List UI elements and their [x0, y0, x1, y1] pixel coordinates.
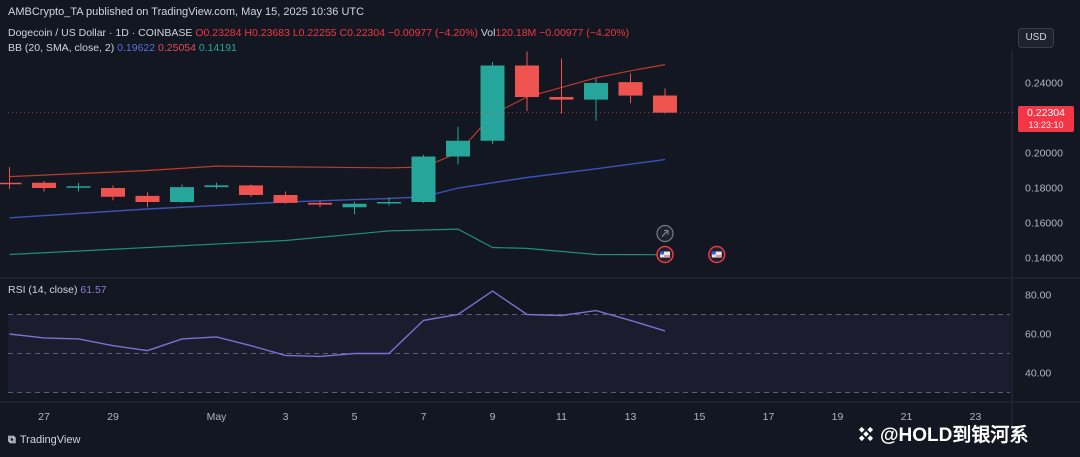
candle-down[interactable] — [0, 182, 22, 185]
chart-window: AMBCrypto_TA published on TradingView.co… — [0, 0, 1080, 457]
time-tick-label: 13 — [625, 411, 637, 423]
rsi-tick-label: 40.00 — [1025, 368, 1051, 380]
last-price-tag: 0.22304 13:23:10 — [1018, 106, 1074, 132]
rsi-band-fill — [8, 314, 1010, 393]
brand-name: TradingView — [19, 434, 81, 446]
rsi-tick-label: 60.00 — [1025, 329, 1051, 341]
candle-up[interactable] — [584, 83, 608, 100]
candle-down[interactable] — [135, 195, 160, 202]
candle-down[interactable] — [273, 195, 298, 203]
last-price: 0.22304 — [1027, 107, 1065, 119]
candle-up[interactable] — [170, 187, 194, 202]
candle-down[interactable] — [101, 188, 125, 197]
candle-down[interactable] — [308, 202, 332, 205]
candle-up[interactable] — [204, 185, 229, 188]
price-tick-label: 0.24000 — [1025, 78, 1063, 90]
time-tick-label: 3 — [283, 411, 289, 423]
time-tick-label: 5 — [352, 411, 358, 423]
candle-down[interactable] — [239, 185, 263, 195]
rsi-tick-label: 80.00 — [1025, 290, 1051, 302]
tradingview-brand[interactable]: ⧉ TradingView — [8, 434, 80, 447]
time-tick-label: 29 — [107, 411, 119, 423]
candle-up[interactable] — [377, 202, 401, 204]
time-tick-label: 11 — [556, 411, 567, 423]
price-tick-label: 0.16000 — [1025, 218, 1063, 230]
candle-up[interactable] — [342, 203, 367, 208]
candle-up[interactable] — [446, 140, 470, 157]
time-tick-label: 7 — [421, 411, 427, 423]
candle-up[interactable] — [480, 65, 505, 141]
price-tick-label: 0.18000 — [1025, 183, 1063, 195]
candle-down[interactable] — [515, 65, 539, 98]
time-tick-label: May — [207, 411, 228, 423]
bb-upper-line — [9, 64, 666, 178]
candle-up[interactable] — [66, 186, 91, 188]
price-tick-label: 0.14000 — [1025, 253, 1063, 265]
candle-down[interactable] — [549, 97, 574, 100]
candle-up[interactable] — [411, 156, 436, 203]
candle-down[interactable] — [618, 82, 643, 96]
us-flag-canton — [711, 251, 716, 255]
time-tick-label: 9 — [490, 411, 496, 423]
candle-countdown: 13:23:10 — [1028, 120, 1064, 130]
candle-down[interactable] — [653, 95, 677, 113]
chart-canvas[interactable]: 0.140000.160000.180000.200000.220000.240… — [0, 0, 1080, 457]
time-tick-label: 15 — [694, 411, 706, 423]
binance-logo-icon — [858, 426, 874, 442]
us-flag-canton — [660, 251, 664, 255]
candle-down[interactable] — [32, 182, 56, 188]
time-tick-label: 19 — [832, 411, 844, 423]
bb-lower-line — [9, 228, 666, 256]
price-tick-label: 0.20000 — [1025, 148, 1063, 160]
tradingview-logo-icon: ⧉ — [8, 434, 16, 446]
watermark: @HOLD到银河系 — [856, 420, 1028, 447]
watermark-text: @HOLD到银河系 — [880, 425, 1029, 446]
time-tick-label: 17 — [763, 411, 775, 423]
time-tick-label: 27 — [38, 411, 50, 423]
